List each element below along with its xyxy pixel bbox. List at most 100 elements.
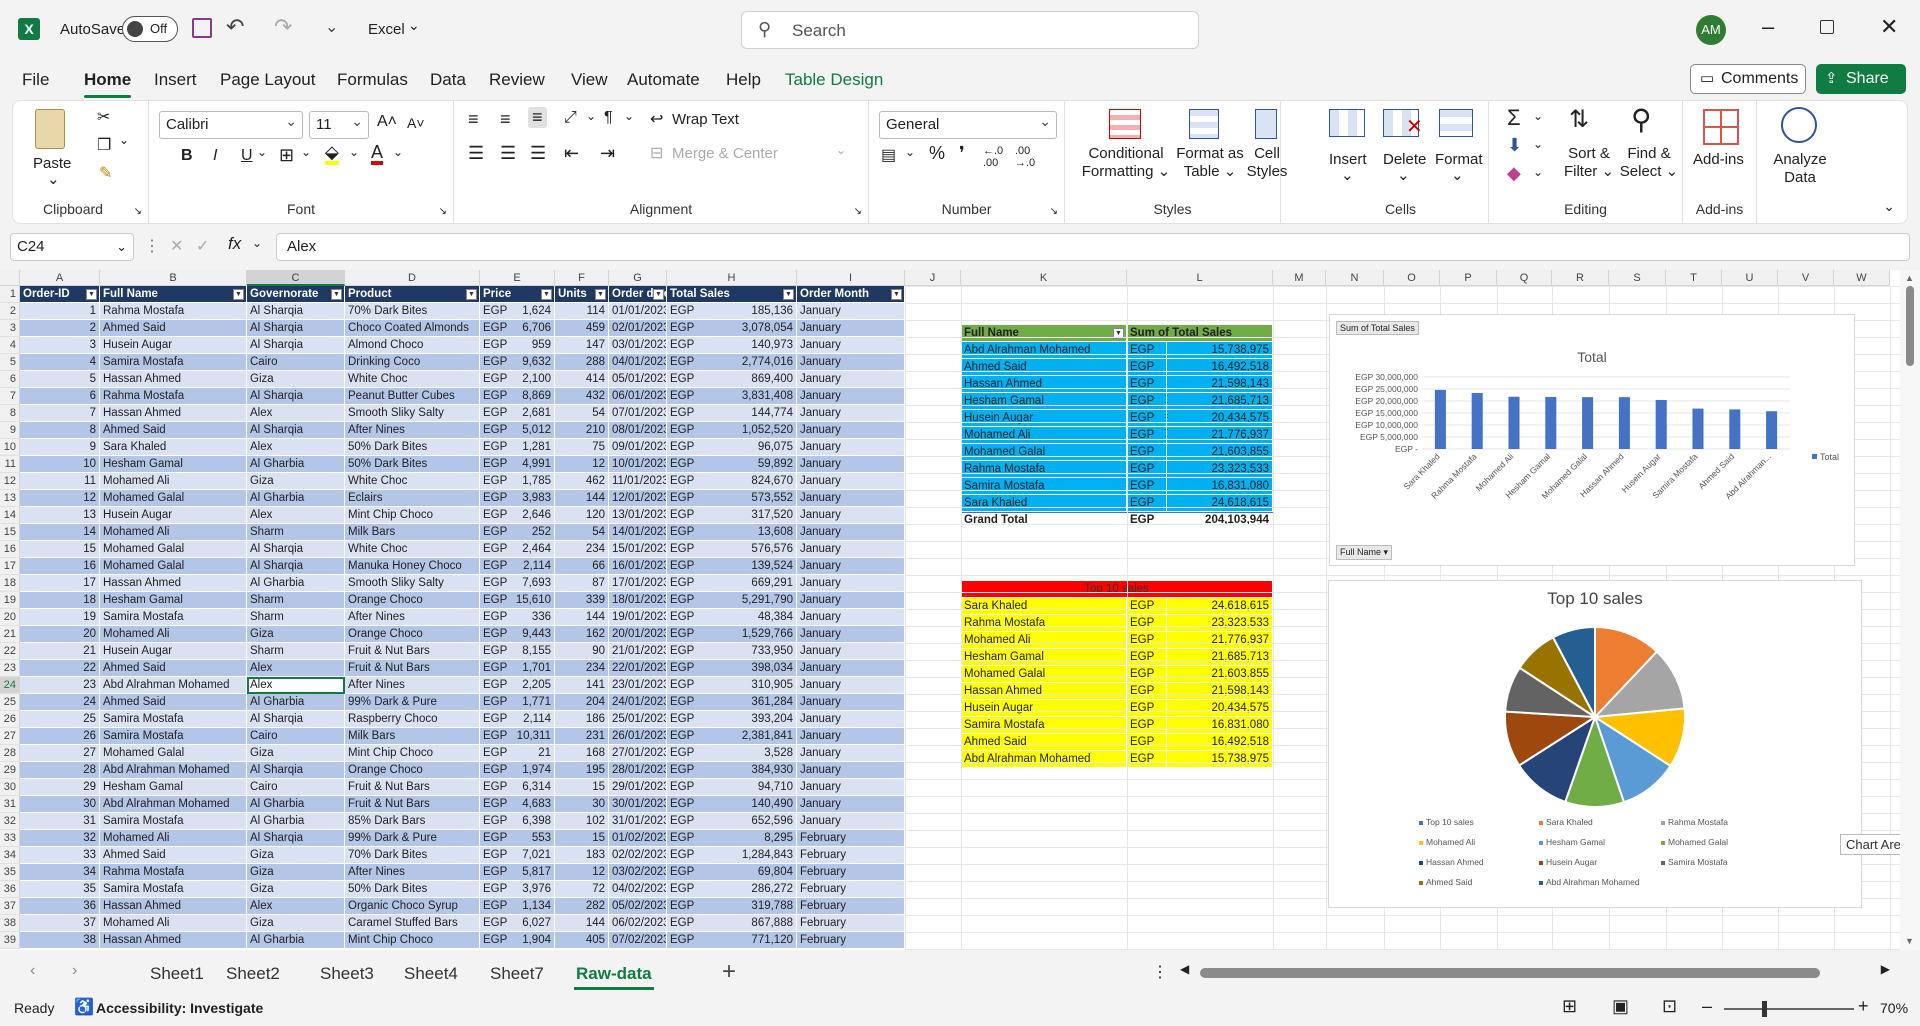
table-cell[interactable]: 7 (20, 405, 100, 422)
column-header-O[interactable]: O (1384, 270, 1440, 286)
formula-input[interactable]: Alex (276, 233, 1910, 261)
table-cell[interactable]: 183 (555, 847, 609, 864)
table-cell[interactable]: January (797, 626, 905, 643)
pivot-row-name[interactable]: Hassan Ahmed (961, 376, 1127, 393)
filter-dropdown-icon[interactable]: ▼ (595, 289, 606, 300)
row-header[interactable]: 11 (0, 456, 20, 473)
table-cell[interactable]: EGP 1,529,766 (667, 626, 797, 643)
scroll-right-icon[interactable]: ▶ (1881, 962, 1890, 976)
table-cell[interactable]: 12/01/2023 (609, 490, 667, 507)
table-header-cell[interactable]: Price ▼ (480, 286, 555, 303)
align-middle-icon[interactable]: ≡ (500, 109, 511, 130)
table-cell[interactable]: EGP 2,114 (480, 711, 555, 728)
table-cell[interactable]: Hassan Ahmed (100, 932, 247, 949)
table-cell[interactable]: 16/01/2023 (609, 558, 667, 575)
paste-chevron-icon[interactable]: ⌄ (47, 171, 60, 189)
row-header[interactable]: 20 (0, 609, 20, 626)
table-cell[interactable]: January (797, 422, 905, 439)
table-header-cell[interactable]: Product ▼ (345, 286, 480, 303)
table-cell[interactable]: EGP 3,831,408 (667, 388, 797, 405)
table-cell[interactable]: 10 (20, 456, 100, 473)
table-cell[interactable]: 168 (555, 745, 609, 762)
table-cell[interactable]: 11 (20, 473, 100, 490)
pivot-row-currency[interactable]: EGP (1127, 444, 1167, 461)
row-header[interactable]: 18 (0, 575, 20, 592)
format-chevron-icon[interactable]: ⌄ (1451, 167, 1464, 185)
filter-dropdown-icon[interactable]: ▼ (783, 289, 794, 300)
table-cell[interactable]: 18/01/2023 (609, 592, 667, 609)
table-cell[interactable]: EGP 576,576 (667, 541, 797, 558)
pivot-header-name[interactable]: Full Name ▼ (961, 325, 1127, 342)
top10-row-value[interactable]: 15,738,975 (1167, 751, 1273, 768)
bar[interactable] (1508, 396, 1520, 449)
align-center-icon[interactable]: ☰ (500, 143, 516, 164)
table-cell[interactable]: January (797, 677, 905, 694)
table-cell[interactable]: January (797, 779, 905, 796)
table-cell[interactable]: EGP 7,693 (480, 575, 555, 592)
table-cell[interactable]: 462 (555, 473, 609, 490)
autosum-icon[interactable]: Σ (1507, 105, 1521, 131)
table-cell[interactable]: Organic Choco Syrup (345, 898, 480, 915)
table-cell[interactable]: 9 (20, 439, 100, 456)
table-cell[interactable]: EGP 185,136 (667, 303, 797, 320)
paste-icon[interactable] (35, 109, 65, 149)
search-box[interactable]: ⚲ Search (741, 11, 1199, 49)
table-cell[interactable]: 37 (20, 915, 100, 932)
row-header[interactable]: 3 (0, 320, 20, 337)
delete-chevron-icon[interactable]: ⌄ (1397, 167, 1410, 185)
row-header[interactable]: 39 (0, 932, 20, 949)
tab-table-design[interactable]: Table Design (785, 70, 883, 90)
table-cell[interactable]: EGP 2,205 (480, 677, 555, 694)
table-cell[interactable]: 31 (20, 813, 100, 830)
table-cell[interactable]: Giza (247, 745, 345, 762)
table-cell[interactable]: Samira Mostafa (100, 881, 247, 898)
table-cell[interactable]: Sharm (247, 609, 345, 626)
table-cell[interactable]: Al Sharqia (247, 558, 345, 575)
table-cell[interactable]: Samira Mostafa (100, 609, 247, 626)
table-cell[interactable]: EGP 1,771 (480, 694, 555, 711)
row-header[interactable]: 13 (0, 490, 20, 507)
addins-icon[interactable] (1703, 109, 1739, 145)
table-cell[interactable]: January (797, 337, 905, 354)
top10-row-value[interactable]: 21,603,855 (1167, 666, 1273, 683)
table-cell[interactable]: EGP 867,888 (667, 915, 797, 932)
table-cell[interactable]: Caramel Stuffed Bars (345, 915, 480, 932)
sort-filter-icon[interactable]: ⇅ (1569, 105, 1589, 134)
table-cell[interactable]: EGP 384,930 (667, 762, 797, 779)
pivot-row-currency[interactable]: EGP (1127, 495, 1167, 512)
row-header[interactable]: 36 (0, 881, 20, 898)
collapse-ribbon-icon[interactable]: ⌄ (1883, 198, 1895, 215)
table-cell[interactable]: 04/02/2023 (609, 881, 667, 898)
row-header[interactable]: 37 (0, 898, 20, 915)
row-header[interactable]: 23 (0, 660, 20, 677)
pivot-row-name[interactable]: Sara Khaled (961, 495, 1127, 512)
table-cell[interactable]: 414 (555, 371, 609, 388)
row-header[interactable]: 30 (0, 779, 20, 796)
table-cell[interactable]: Ahmed Said (100, 660, 247, 677)
row-header[interactable]: 8 (0, 405, 20, 422)
paragraph-icon[interactable]: ¶ (604, 109, 613, 127)
table-cell[interactable]: January (797, 813, 905, 830)
table-cell[interactable]: EGP 2,100 (480, 371, 555, 388)
top10-row-currency[interactable]: EGP (1127, 615, 1167, 632)
table-cell[interactable]: 1 (20, 303, 100, 320)
table-cell[interactable]: After Nines (345, 864, 480, 881)
filter-dropdown-icon[interactable]: ▼ (653, 289, 664, 300)
table-cell[interactable]: Giza (247, 371, 345, 388)
table-cell[interactable]: February (797, 864, 905, 881)
table-cell[interactable]: Giza (247, 626, 345, 643)
number-launcher-icon[interactable]: ↘ (1050, 206, 1058, 217)
top10-row-value[interactable]: 16,492,518 (1167, 734, 1273, 751)
tab-file[interactable]: File (22, 70, 49, 90)
column-header-S[interactable]: S (1609, 270, 1666, 286)
table-cell[interactable]: Giza (247, 847, 345, 864)
column-header-W[interactable]: W (1834, 270, 1890, 286)
table-cell[interactable]: EGP 652,596 (667, 813, 797, 830)
table-cell[interactable]: 12 (555, 864, 609, 881)
table-cell[interactable]: EGP 96,075 (667, 439, 797, 456)
table-cell[interactable]: Cairo (247, 779, 345, 796)
sheet-tab-sheet2[interactable]: Sheet2 (226, 964, 280, 984)
table-cell[interactable]: Mohamed Galal (100, 745, 247, 762)
table-cell[interactable]: 50% Dark Bites (345, 439, 480, 456)
table-cell[interactable]: Al Sharqia (247, 303, 345, 320)
